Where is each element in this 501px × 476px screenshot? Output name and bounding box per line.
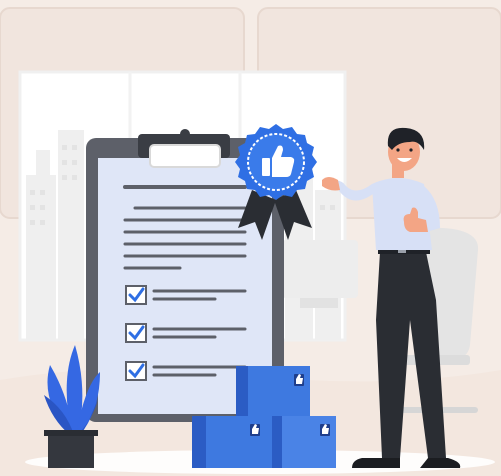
box-bottom-right [272, 416, 336, 468]
box-thumb-icon [294, 374, 304, 386]
illustration-scene [0, 0, 501, 476]
box-bottom-left [192, 416, 272, 468]
box-thumb-icon [320, 424, 330, 436]
person-shoe-left [352, 458, 400, 468]
plant-pot [48, 432, 94, 468]
box-top [236, 366, 310, 416]
scene-svg [0, 7, 501, 476]
box-thumb-icon [250, 424, 260, 436]
